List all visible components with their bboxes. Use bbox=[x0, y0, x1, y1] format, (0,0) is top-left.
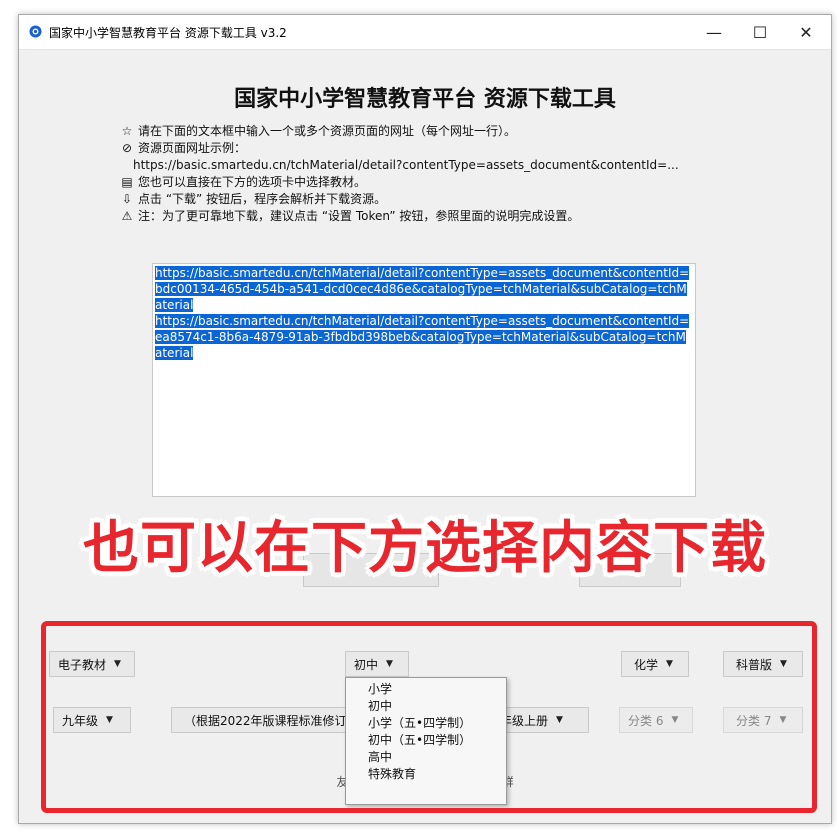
instruction-text: 点击 “下载” 按钮后，程序会解析并下载资源。 bbox=[138, 192, 387, 206]
minimize-button[interactable]: — bbox=[691, 15, 737, 49]
download-tray-icon: ⇩ bbox=[121, 192, 133, 206]
overlay-caption: 也可以在下方选择内容下载 bbox=[83, 516, 767, 581]
instruction-row: ⚠ 注：为了更可靠地下载，建议点击 “设置 Token” 按钮，参照里面的说明完… bbox=[119, 208, 679, 225]
instruction-row: ⊘ 资源页面网址示例： bbox=[119, 140, 679, 157]
selected-url-text: https://basic.smartedu.cn/tchMaterial/de… bbox=[155, 266, 690, 360]
app-window: 国家中小学智慧教育平台 资源下载工具 v3.2 — ☐ ✕ 国家中小学智慧教育平… bbox=[18, 14, 832, 824]
document-icon: ▤ bbox=[121, 175, 133, 189]
instructions: ☆ 请在下面的文本框中输入一个或多个资源页面的网址（每个网址一行）。 ⊘ 资源页… bbox=[119, 123, 679, 225]
pin-icon: ☆ bbox=[121, 124, 133, 138]
paperclip-icon: ⊘ bbox=[121, 141, 133, 155]
maximize-button[interactable]: ☐ bbox=[737, 15, 783, 49]
title-bar: 国家中小学智慧教育平台 资源下载工具 v3.2 — ☐ ✕ bbox=[19, 15, 831, 50]
close-button[interactable]: ✕ bbox=[783, 15, 829, 49]
instruction-text: 注：为了更可靠地下载，建议点击 “设置 Token” 按钮，参照里面的说明完成设… bbox=[138, 209, 580, 223]
instruction-text: 您也可以直接在下方的选项卡中选择教材。 bbox=[138, 175, 367, 189]
instruction-text: 资源页面网址示例： bbox=[138, 141, 247, 155]
instruction-text: 请在下面的文本框中输入一个或多个资源页面的网址（每个网址一行）。 bbox=[138, 124, 517, 138]
url-textarea[interactable]: https://basic.smartedu.cn/tchMaterial/de… bbox=[152, 263, 696, 497]
warning-icon: ⚠ bbox=[121, 209, 133, 223]
window-title: 国家中小学智慧教育平台 资源下载工具 v3.2 bbox=[49, 26, 287, 40]
example-url-text: https://basic.smartedu.cn/tchMaterial/de… bbox=[133, 158, 679, 172]
instruction-row: ▤ 您也可以直接在下方的选项卡中选择教材。 bbox=[119, 174, 679, 191]
highlight-frame bbox=[41, 621, 817, 813]
instruction-row: https://basic.smartedu.cn/tchMaterial/de… bbox=[119, 157, 679, 174]
page-heading: 国家中小学智慧教育平台 资源下载工具 bbox=[234, 87, 616, 112]
instruction-row: ⇩ 点击 “下载” 按钮后，程序会解析并下载资源。 bbox=[119, 191, 679, 208]
app-logo-icon bbox=[29, 25, 42, 38]
instruction-row: ☆ 请在下面的文本框中输入一个或多个资源页面的网址（每个网址一行）。 bbox=[119, 123, 679, 140]
url-textarea-content: https://basic.smartedu.cn/tchMaterial/de… bbox=[155, 265, 691, 361]
